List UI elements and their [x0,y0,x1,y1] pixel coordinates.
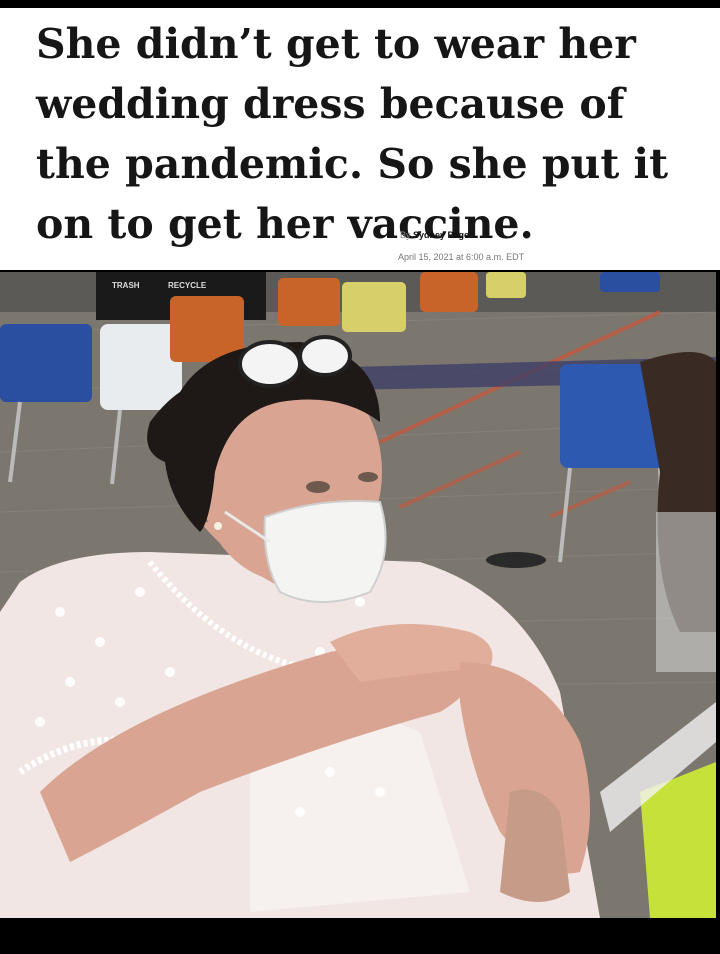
bin-label-2: RECYCLE [168,281,207,290]
vaccination-photo-illustration: TRASH RECYCLE [0,272,716,918]
publish-date: April 15, 2021 at 6:00 a.m. EDT [398,252,525,262]
article-headline: She didn’t get to wear her wedding dress… [36,20,669,248]
author-name[interactable]: Sydney Page [413,230,469,240]
meme-page: She didn’t get to wear her wedding dress… [0,0,720,954]
bin-label: TRASH [112,281,140,290]
byline-prefix: By [400,230,411,240]
bottom-bar [0,918,720,954]
byline: By Sydney Page [400,230,469,240]
article-photo: TRASH RECYCLE [0,272,716,918]
article-header: She didn’t get to wear her wedding dress… [0,8,720,270]
